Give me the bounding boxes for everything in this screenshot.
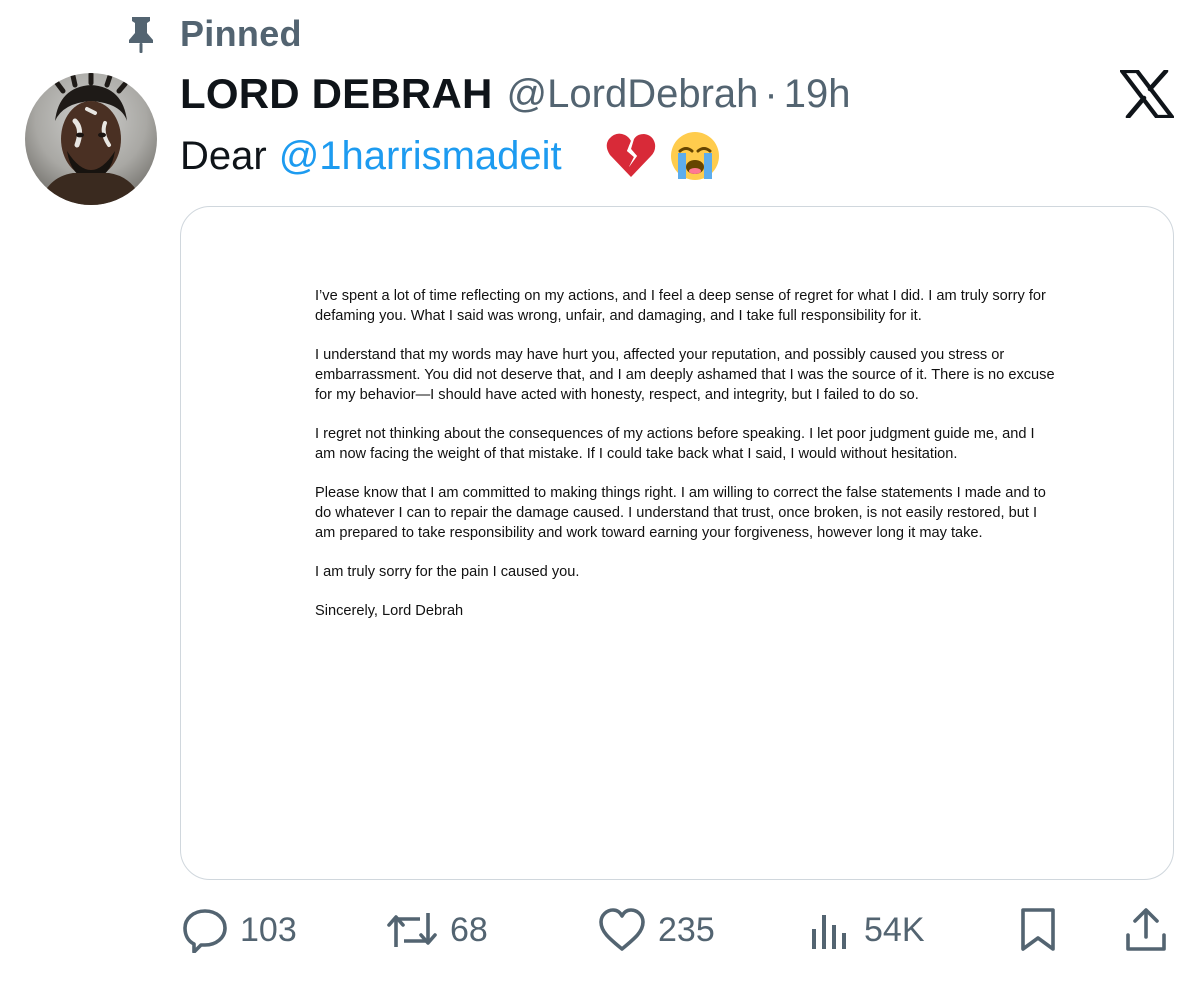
views-icon xyxy=(808,907,852,953)
repost-button[interactable]: 68 xyxy=(386,898,488,962)
media-image[interactable]: I’ve spent a lot of time reflecting on m… xyxy=(180,206,1174,880)
pinned-label: Pinned xyxy=(180,13,302,54)
views-count: 54K xyxy=(864,910,925,949)
loudly-crying-face-emoji xyxy=(668,129,722,183)
apology-letter: I’ve spent a lot of time reflecting on m… xyxy=(315,287,1055,642)
tweet-text: Dear @1harrismadeit xyxy=(180,128,722,184)
reply-count: 103 xyxy=(240,910,297,949)
letter-paragraph: I’ve spent a lot of time reflecting on m… xyxy=(315,288,1046,324)
heart-icon xyxy=(598,907,646,953)
letter-paragraph: I am truly sorry for the pain I caused y… xyxy=(315,563,580,580)
reply-button[interactable]: 103 xyxy=(182,898,297,962)
views-button[interactable]: 54K xyxy=(808,898,925,962)
user-handle[interactable]: @LordDebrah xyxy=(507,72,759,117)
letter-paragraph: Please know that I am committed to makin… xyxy=(315,485,1046,541)
display-name[interactable]: LORD DEBRAH xyxy=(180,70,493,118)
repost-icon xyxy=(386,907,438,953)
timestamp[interactable]: 19h xyxy=(784,72,851,117)
pinned-indicator: Pinned xyxy=(124,12,302,56)
x-logo-icon xyxy=(1119,68,1175,120)
letter-signature: Sincerely, Lord Debrah xyxy=(315,603,464,620)
tweet-header: LORD DEBRAH @LordDebrah · 19h xyxy=(180,66,850,122)
letter-paragraph: I understand that my words may have hurt… xyxy=(315,347,1055,403)
tweet-text-prefix: Dear xyxy=(180,133,267,178)
share-icon xyxy=(1124,907,1168,953)
like-button[interactable]: 235 xyxy=(598,898,715,962)
letter-paragraph: I regret not thinking about the conseque… xyxy=(315,425,1035,462)
separator-dot: · xyxy=(764,71,778,116)
pin-icon xyxy=(124,14,158,54)
repost-count: 68 xyxy=(450,910,488,949)
broken-heart-emoji xyxy=(604,129,658,183)
action-bar: 103 68 235 54K xyxy=(0,898,1200,962)
like-count: 235 xyxy=(658,910,715,949)
reply-icon xyxy=(182,907,228,953)
bookmark-button[interactable] xyxy=(1018,898,1058,962)
bookmark-icon xyxy=(1018,907,1058,953)
share-button[interactable] xyxy=(1124,898,1168,962)
avatar[interactable] xyxy=(25,73,157,205)
mention-link[interactable]: @1harrismadeit xyxy=(279,134,562,179)
